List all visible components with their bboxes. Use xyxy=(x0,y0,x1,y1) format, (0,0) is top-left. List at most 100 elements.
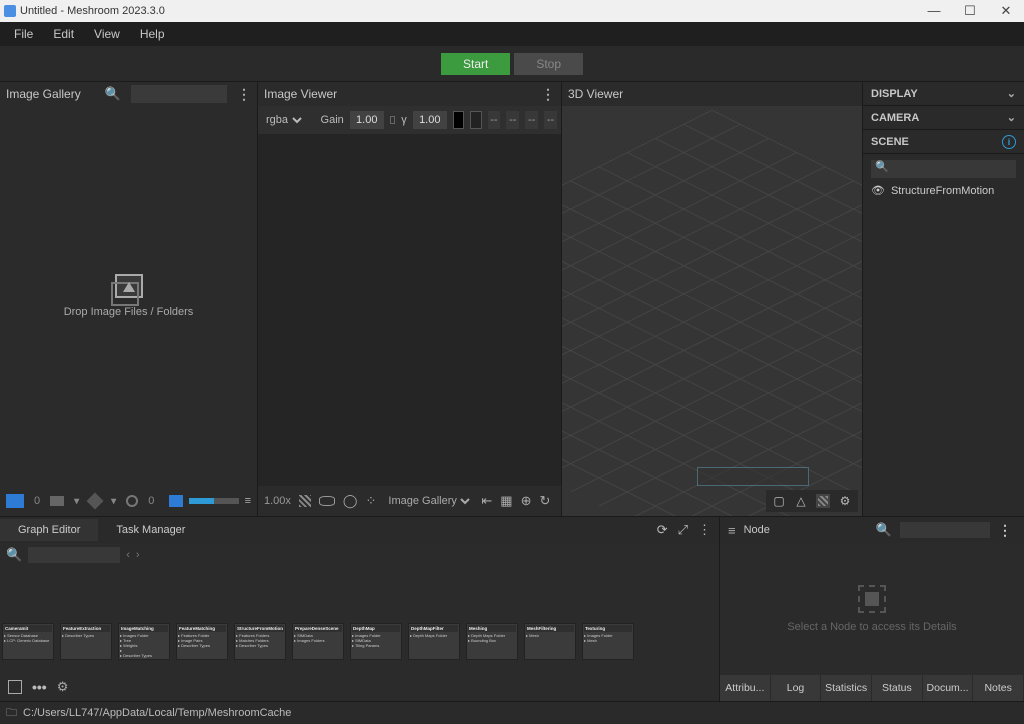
node-tab[interactable]: Statistics xyxy=(821,675,871,701)
node-tab[interactable]: Docum... xyxy=(923,675,973,701)
node-panel-menu[interactable]: ⋮ xyxy=(998,522,1012,539)
gallery-lens-count: 0 xyxy=(148,495,154,507)
graph-node[interactable]: ImageMatching▸ Images Folder▸ Tree▸ Weig… xyxy=(118,623,170,660)
graph-node[interactable]: FeatureExtraction▸ Describer Types xyxy=(60,623,112,660)
gain-label: Gain xyxy=(321,114,344,126)
scene-item[interactable]: 👁 StructureFromMotion xyxy=(871,184,1016,197)
list-view-icon[interactable]: ≡ xyxy=(245,495,251,507)
warning-icon[interactable]: △ xyxy=(794,494,808,508)
window-title: Untitled - Meshroom 2023.3.0 xyxy=(20,5,165,17)
next-result-icon[interactable]: › xyxy=(136,549,140,561)
gallery-cam-menu[interactable]: ▾ xyxy=(74,496,79,507)
cache-path: C:/Users/LL747/AppData/Local/Temp/Meshro… xyxy=(23,707,291,719)
gear-icon[interactable]: ⚙ xyxy=(57,679,69,695)
settings-gear-icon[interactable]: ⚙ xyxy=(838,494,852,508)
clock-icon[interactable]: ↻ xyxy=(540,493,551,509)
bbox-icon[interactable]: ▢ xyxy=(772,494,786,508)
menu-view[interactable]: View xyxy=(86,25,128,43)
window-minimize-button[interactable]: — xyxy=(920,3,948,19)
node-tab[interactable]: Notes xyxy=(973,675,1023,701)
gallery-menu-button[interactable]: ⋮ xyxy=(237,86,251,103)
search-icon[interactable]: 🔍 xyxy=(6,547,22,563)
diag-icon[interactable] xyxy=(299,495,311,507)
start-button[interactable]: Start xyxy=(441,53,510,75)
prev-icon[interactable]: ⇤ xyxy=(481,493,492,509)
viewer-canvas[interactable] xyxy=(258,134,561,486)
gallery-search-input[interactable] xyxy=(131,85,227,103)
graph-node[interactable]: PrepareDenseScene▸ SfMData▸ Images Folde… xyxy=(292,623,344,660)
bg-swatch-dark[interactable] xyxy=(453,111,464,129)
node-search-input[interactable] xyxy=(900,522,990,538)
node-placeholder-icon xyxy=(858,585,886,613)
threed-viewport[interactable]: Meshroom Node ▢ △ ⚙ xyxy=(562,106,862,516)
histogram-icon[interactable]: ▦ xyxy=(500,493,512,509)
bg-swatch[interactable] xyxy=(470,111,481,129)
cache-icon: 🗀 xyxy=(6,704,17,723)
image-drop-icon xyxy=(115,274,143,298)
thumb-size-slider[interactable] xyxy=(189,498,239,504)
refresh-icon[interactable]: ⟳ xyxy=(657,522,668,538)
stop-button[interactable]: Stop xyxy=(514,53,583,75)
search-icon[interactable]: 🔍 xyxy=(876,522,892,538)
gain-checkbox[interactable] xyxy=(390,116,396,124)
section-display[interactable]: DISPLAY ⌄ xyxy=(863,82,1024,106)
graph-node[interactable]: MeshFiltering▸ Mesh xyxy=(524,623,576,660)
menu-edit[interactable]: Edit xyxy=(45,25,82,43)
node-list-icon[interactable]: ≡ xyxy=(728,523,736,538)
image-viewer-panel: Image Viewer ⋮ rgba Gain γ -- -- -- -- 1… xyxy=(258,82,562,516)
shading-hatch-icon[interactable] xyxy=(816,494,830,508)
action-bar: Start Stop xyxy=(0,46,1024,82)
viewer-menu-button[interactable]: ⋮ xyxy=(541,86,555,103)
graph-search-input[interactable] xyxy=(28,547,120,563)
info-g: -- xyxy=(506,111,519,129)
gallery-image-count: 0 xyxy=(34,495,40,507)
prev-result-icon[interactable]: ‹ xyxy=(126,549,130,561)
graph-node[interactable]: DepthMapFilter▸ Depth Maps Folder xyxy=(408,623,460,660)
globe-icon[interactable]: ⊕ xyxy=(521,493,532,509)
node-tab[interactable]: Attribu... xyxy=(720,675,770,701)
fit-icon[interactable]: ⤢ xyxy=(678,522,688,538)
graph-menu-button[interactable]: ⋮ xyxy=(698,522,711,538)
node-tab[interactable]: Log xyxy=(771,675,821,701)
graph-editor-panel: Graph Editor Task Manager ⟳ ⤢ ⋮ 🔍 ‹ › Ca… xyxy=(0,517,720,701)
info-icon[interactable]: i xyxy=(1002,135,1016,149)
info-b: -- xyxy=(525,111,538,129)
window-maximize-button[interactable]: ☐ xyxy=(956,3,984,19)
tab-graph-editor[interactable]: Graph Editor xyxy=(0,519,98,541)
graph-canvas[interactable]: CameraInit▸ Sensor Database▸ LCP: Generi… xyxy=(0,567,719,673)
graph-node[interactable]: FeatureMatching▸ Features Folder▸ Image … xyxy=(176,623,228,660)
scene-item-label: StructureFromMotion xyxy=(891,185,994,197)
particles-icon[interactable]: ⁘ xyxy=(365,493,376,509)
graph-more-button[interactable]: ••• xyxy=(32,679,47,695)
section-camera[interactable]: CAMERA ⌄ xyxy=(863,106,1024,130)
window-close-button[interactable]: ✕ xyxy=(992,3,1020,19)
gain-input[interactable] xyxy=(350,111,384,129)
fullscreen-icon[interactable] xyxy=(8,680,22,694)
channel-select[interactable]: rgba xyxy=(262,113,305,127)
graph-node[interactable]: Meshing▸ Depth Maps Folder▸ Bounding Box xyxy=(466,623,518,660)
graph-node[interactable]: CameraInit▸ Sensor Database▸ LCP: Generi… xyxy=(2,623,54,660)
chevron-down-icon: ⌄ xyxy=(1007,87,1016,100)
section-scene[interactable]: SCENE i xyxy=(863,130,1024,154)
node-tab[interactable]: Status xyxy=(872,675,922,701)
pano-icon[interactable] xyxy=(319,496,335,506)
viewer-zoom: 1.00x xyxy=(264,495,291,507)
menu-help[interactable]: Help xyxy=(132,25,173,43)
gamma-input[interactable] xyxy=(413,111,447,129)
graph-node[interactable]: DepthMap▸ Images Folder▸ SfMData▸ Tiling… xyxy=(350,623,402,660)
node-panel-title: Node xyxy=(744,524,770,536)
gallery-intr-menu[interactable]: ▾ xyxy=(111,496,116,507)
viewer-title: Image Viewer xyxy=(264,87,337,101)
menu-file[interactable]: File xyxy=(6,25,41,43)
search-icon[interactable]: 🔍 xyxy=(105,86,121,102)
tab-task-manager[interactable]: Task Manager xyxy=(98,519,203,541)
eye-icon[interactable]: 👁 xyxy=(871,184,885,197)
chevron-down-icon: ⌄ xyxy=(1007,111,1016,124)
sphere-icon[interactable]: ◯ xyxy=(343,493,358,509)
graph-node[interactable]: Texturing▸ Images Folder▸ Mesh xyxy=(582,623,634,660)
viewer-src-select[interactable]: Image Gallery xyxy=(384,494,473,508)
gallery-drop-zone[interactable]: Drop Image Files / Folders xyxy=(0,106,257,486)
graph-node[interactable]: StructureFromMotion▸ Features Folders▸ M… xyxy=(234,623,286,660)
scene-search-input[interactable]: 🔍 xyxy=(871,160,1016,178)
gallery-title: Image Gallery xyxy=(6,87,81,101)
